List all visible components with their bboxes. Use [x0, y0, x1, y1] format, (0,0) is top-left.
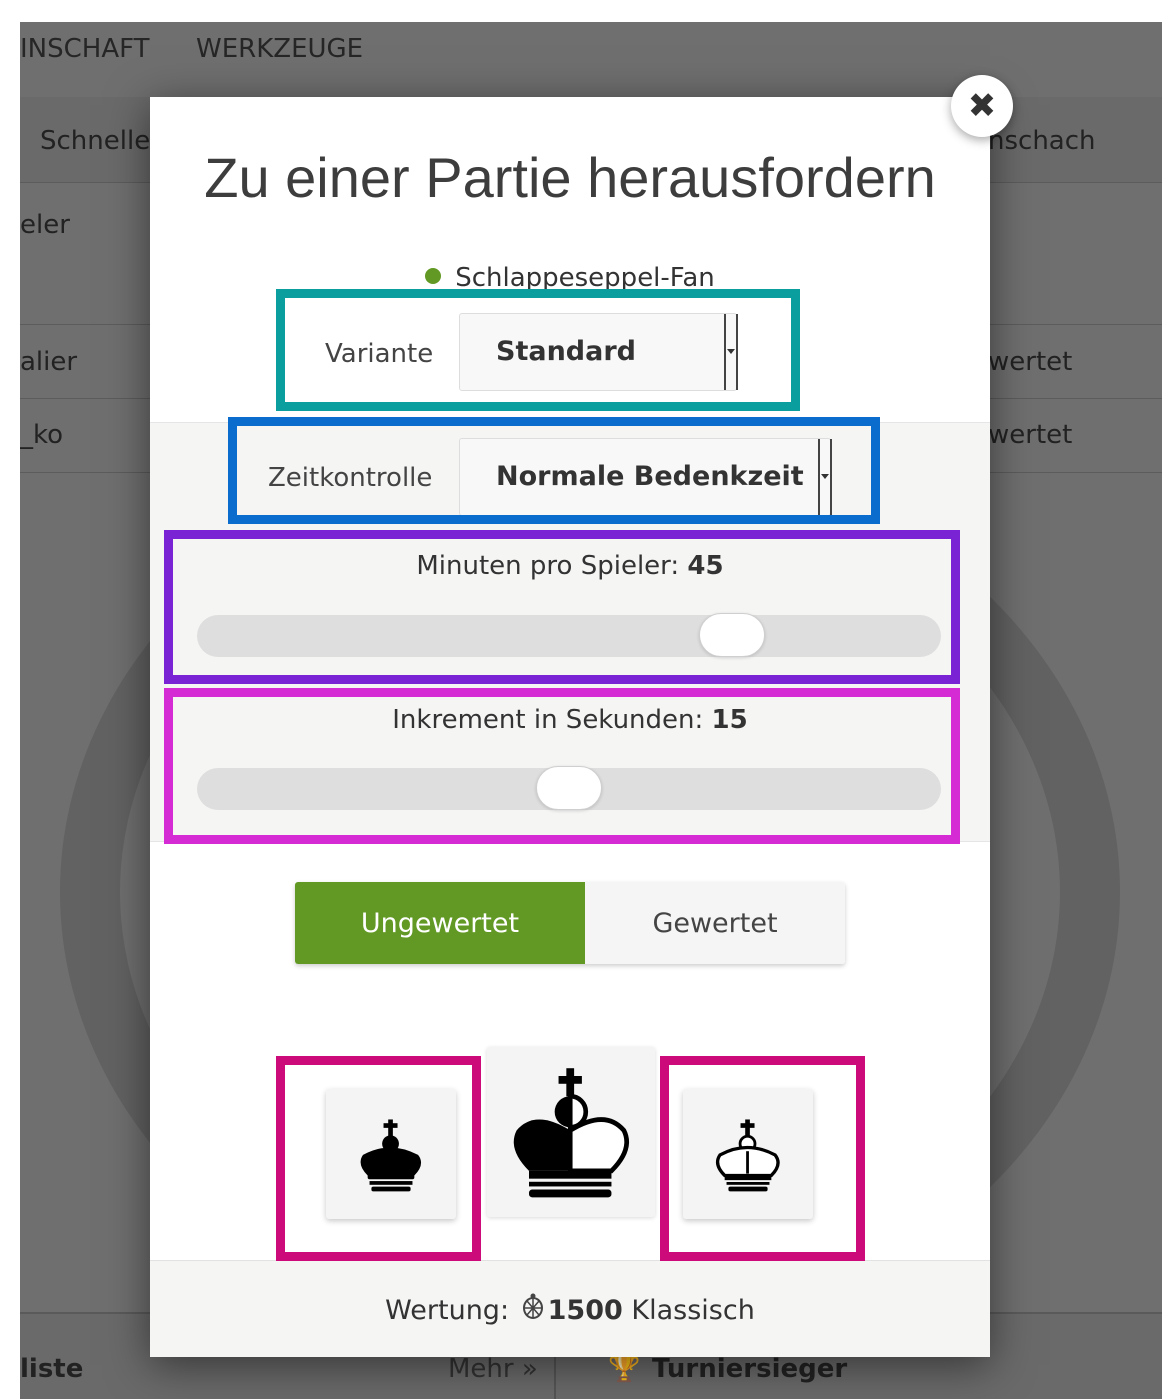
- seek-row-player[interactable]: alier: [20, 347, 77, 377]
- rating-footer: Wertung: 1500 Klassisch: [150, 1260, 990, 1357]
- increment-label: Inkrement in Sekunden: 15: [392, 705, 748, 735]
- white-king-icon: [715, 1119, 780, 1192]
- time-control-value: Normale Bedenkzeit: [496, 461, 804, 492]
- casual-button[interactable]: Ungewertet: [295, 882, 585, 964]
- challenge-dialog: Zu einer Partie herausfordern Schlappese…: [150, 97, 990, 1357]
- rating-category: Klassisch: [631, 1295, 755, 1326]
- turtle-icon: [518, 1293, 548, 1330]
- more-link[interactable]: Mehr »: [448, 1354, 538, 1384]
- increment-slider[interactable]: [197, 766, 941, 810]
- increment-slider-handle[interactable]: [536, 766, 602, 810]
- chevron-down-icon: [818, 439, 832, 515]
- rated-button[interactable]: Gewertet: [585, 882, 845, 964]
- chevron-down-icon: [724, 314, 738, 390]
- minutes-value: 45: [687, 551, 724, 581]
- variant-row: Variante Standard: [276, 293, 796, 413]
- time-control-select[interactable]: Normale Bedenkzeit: [459, 438, 832, 516]
- increment-value: 15: [711, 705, 748, 735]
- tab-quick-pairing[interactable]: Schnelles: [40, 126, 164, 156]
- play-black-button[interactable]: [326, 1089, 456, 1219]
- variant-select[interactable]: Standard: [459, 313, 738, 391]
- column-player-header: eler: [20, 210, 70, 240]
- nav-item-community[interactable]: INSCHAFT: [20, 34, 150, 64]
- rating-prefix: Wertung:: [385, 1295, 510, 1326]
- dialog-title: Zu einer Partie herausfordern: [204, 146, 936, 209]
- minutes-slider[interactable]: [197, 613, 941, 657]
- seek-row-mode: wertet: [988, 347, 1073, 377]
- seek-row-mode: wertet: [988, 420, 1073, 450]
- play-white-button[interactable]: [683, 1089, 813, 1219]
- black-king-icon: [360, 1119, 422, 1192]
- time-settings: Zeitkontrolle Normale Bedenkzeit Minuten…: [150, 422, 990, 842]
- trophy-icon: 🏆: [608, 1354, 641, 1384]
- close-button[interactable]: ✖: [951, 75, 1013, 137]
- time-control-label: Zeitkontrolle: [268, 463, 433, 493]
- opponent-name: Schlappeseppel-Fan: [455, 263, 715, 293]
- minutes-label: Minuten pro Spieler: 45: [416, 551, 724, 581]
- seek-row-player[interactable]: _ko: [20, 420, 63, 450]
- minutes-slider-handle[interactable]: [699, 613, 765, 657]
- nav-item-tools[interactable]: WERKZEUGE: [196, 34, 363, 64]
- opponent[interactable]: Schlappeseppel-Fan: [150, 263, 990, 293]
- play-random-button[interactable]: [487, 1047, 655, 1217]
- close-icon: ✖: [967, 86, 997, 126]
- tournament-winners-heading: Turniersieger: [652, 1354, 848, 1384]
- leaderboard-heading: liste: [20, 1354, 84, 1384]
- variant-value: Standard: [496, 336, 636, 367]
- online-status-icon: [425, 268, 442, 284]
- mode-toggle: Ungewertet Gewertet: [295, 882, 845, 964]
- tab-correspondence[interactable]: nschach: [988, 126, 1096, 156]
- half-king-icon: [513, 1068, 629, 1198]
- variant-label: Variante: [325, 339, 434, 369]
- rating-value: 1500: [547, 1295, 623, 1326]
